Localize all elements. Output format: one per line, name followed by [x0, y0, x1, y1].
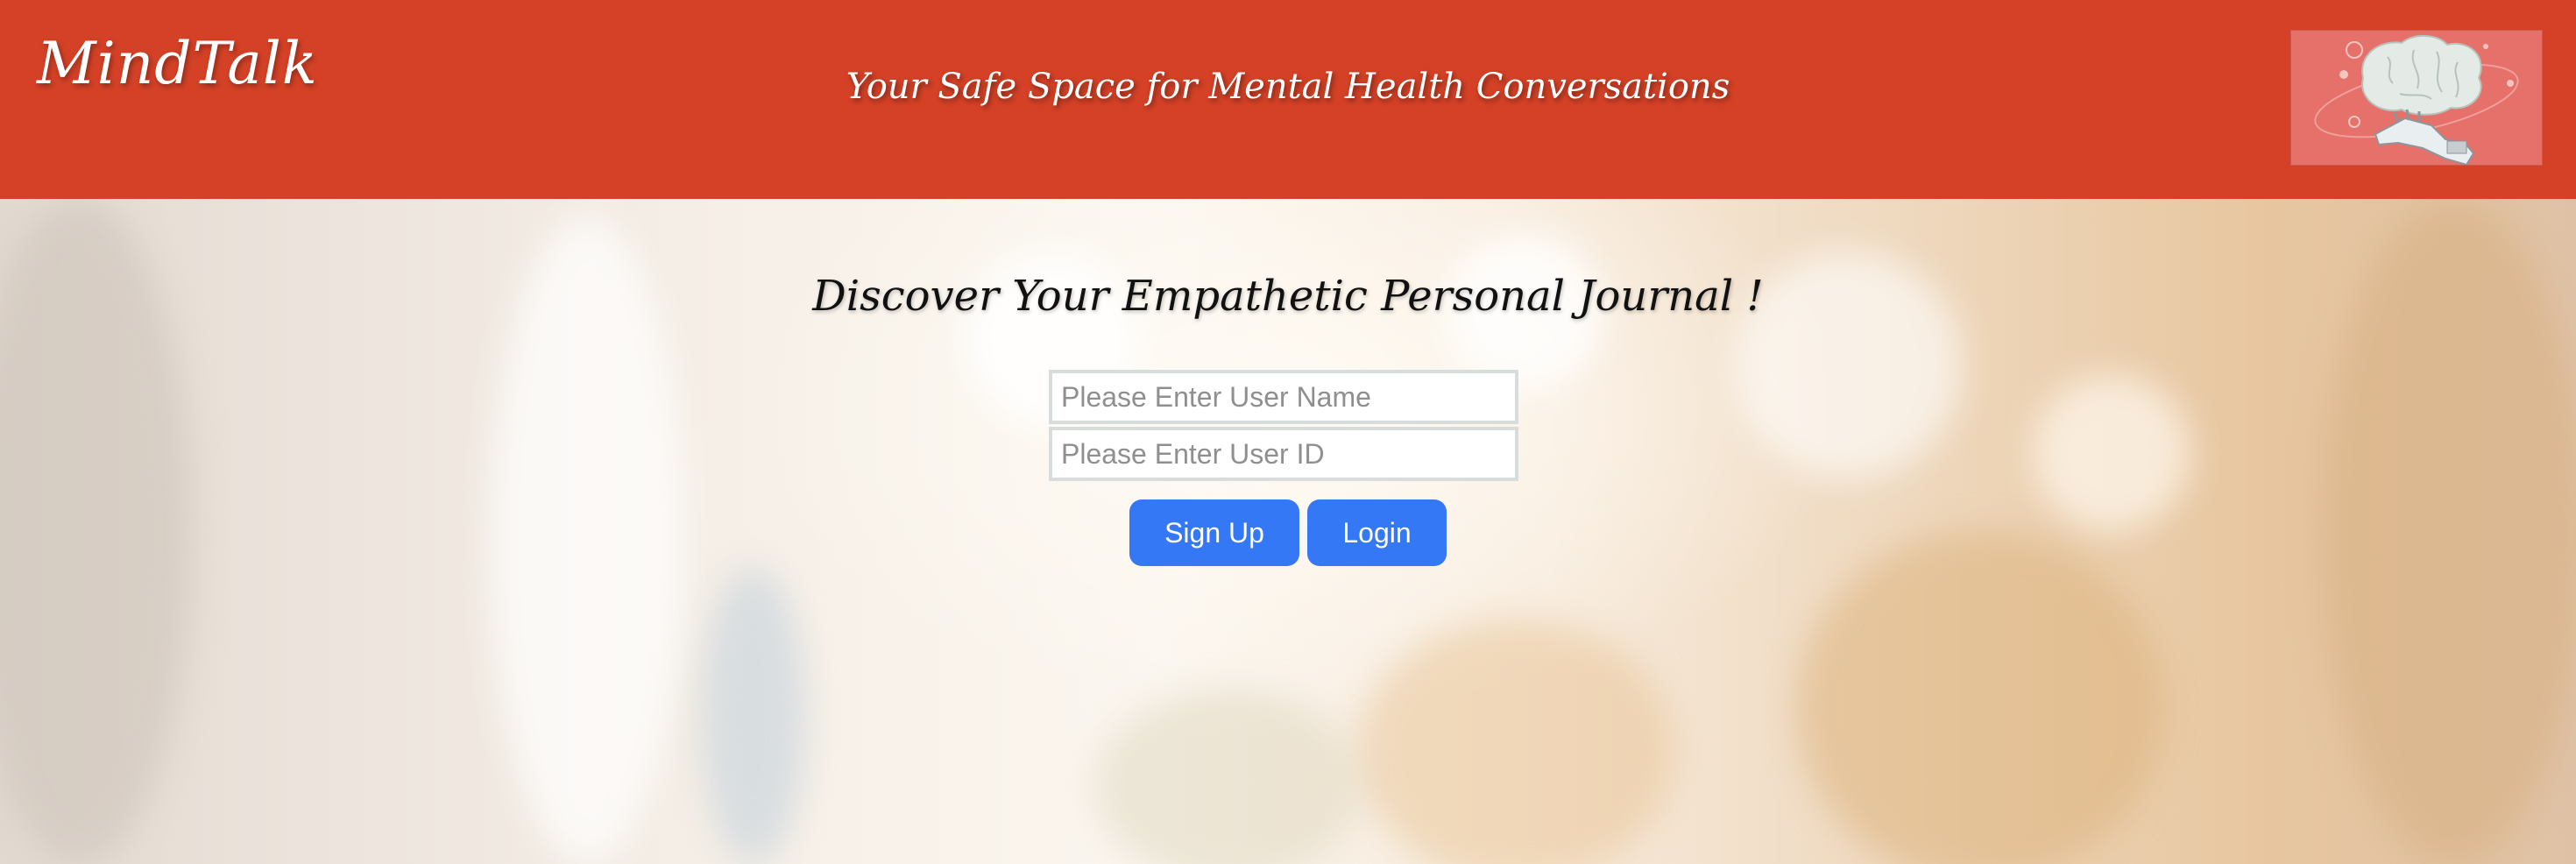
- page-heading: Discover Your Empathetic Personal Journa…: [812, 272, 1764, 321]
- login-button[interactable]: Login: [1307, 499, 1447, 566]
- signup-button[interactable]: Sign Up: [1129, 499, 1299, 566]
- header-tagline: Your Safe Space for Mental Health Conver…: [846, 67, 1730, 107]
- brain-robot-hand-icon: [2290, 30, 2543, 166]
- username-input[interactable]: [1049, 370, 1518, 424]
- top-header: MindTalk Your Safe Space for Mental Heal…: [0, 0, 2576, 199]
- userid-input[interactable]: [1049, 427, 1518, 481]
